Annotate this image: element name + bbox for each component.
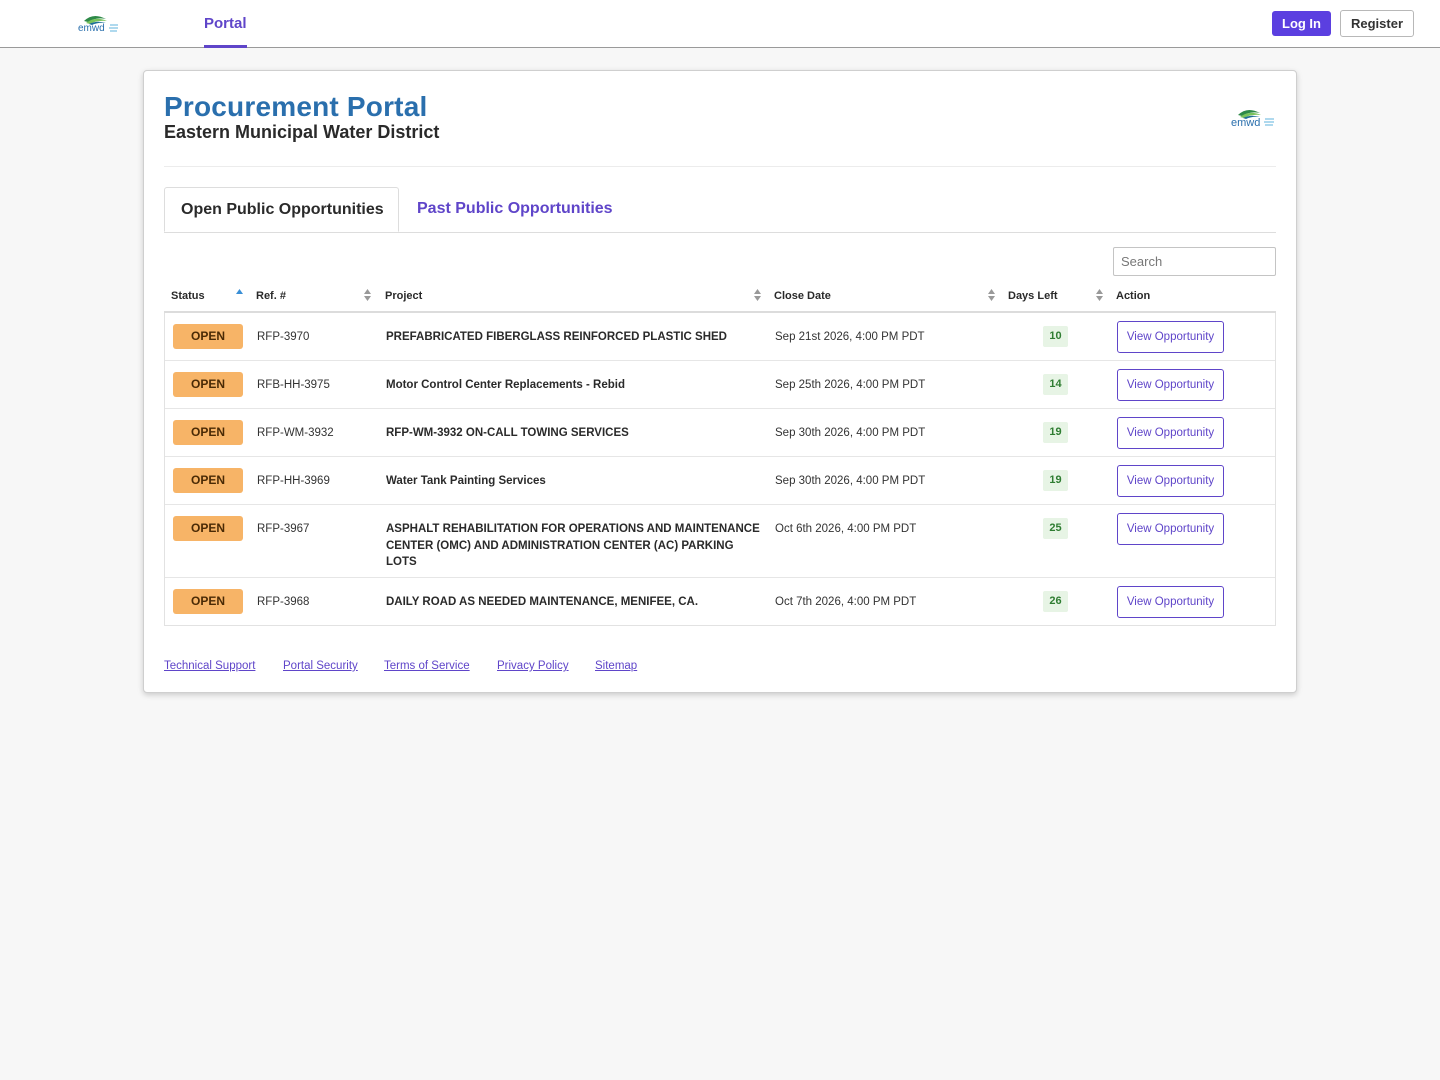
page-title: Procurement Portal	[164, 91, 428, 122]
ref-number: RFP-3970	[257, 331, 310, 343]
ref-number: RFB-HH-3975	[257, 379, 330, 391]
status-badge: OPEN	[173, 516, 243, 541]
sort-both-icon[interactable]	[987, 288, 996, 302]
top-navbar: emwd Portal Log In Register	[0, 0, 1440, 48]
column-header-days-left[interactable]: Days Left	[1008, 290, 1058, 302]
status-badge: OPEN	[173, 589, 243, 614]
opportunities-table: Status Ref. # Project Close Date Days Le…	[164, 281, 1276, 626]
status-badge: OPEN	[173, 324, 243, 349]
close-date: Sep 30th 2026, 4:00 PM PDT	[775, 475, 926, 487]
column-header-close-date[interactable]: Close Date	[774, 290, 831, 302]
table-row: OPEN RFP-3968 DAILY ROAD AS NEEDED MAINT…	[165, 578, 1275, 625]
project-name: RFP-WM-3932 ON-CALL TOWING SERVICES	[386, 427, 629, 439]
days-left-badge: 19	[1043, 470, 1068, 491]
status-badge: OPEN	[173, 372, 243, 397]
page-subtitle: Eastern Municipal Water District	[164, 122, 440, 142]
main-card: Procurement Portal Eastern Municipal Wat…	[143, 70, 1297, 693]
table-row: OPEN RFP-3967 ASPHALT REHABILITATION FOR…	[165, 505, 1275, 578]
table-row: OPEN RFP-HH-3969 Water Tank Painting Ser…	[165, 457, 1275, 505]
ref-number: RFP-3967	[257, 523, 310, 535]
days-left-badge: 14	[1043, 374, 1068, 395]
days-left-badge: 10	[1043, 326, 1068, 347]
ref-number: RFP-3968	[257, 596, 310, 608]
sort-ascending-icon[interactable]	[235, 288, 244, 302]
footer-link-portal-security[interactable]: Portal Security	[283, 660, 358, 672]
close-date: Sep 25th 2026, 4:00 PM PDT	[775, 379, 926, 391]
ref-number: RFP-HH-3969	[257, 475, 330, 487]
view-opportunity-button[interactable]: View Opportunity	[1117, 417, 1224, 449]
table-row: OPEN RFB-HH-3975 Motor Control Center Re…	[165, 361, 1275, 409]
table-header: Status Ref. # Project Close Date Days Le…	[164, 281, 1276, 313]
ref-number: RFP-WM-3932	[257, 427, 334, 439]
status-badge: OPEN	[173, 420, 243, 445]
emwd-logo: emwd	[1231, 109, 1274, 129]
project-name: ASPHALT REHABILITATION FOR OPERATIONS AN…	[386, 523, 760, 568]
project-name: PREFABRICATED FIBERGLASS REINFORCED PLAS…	[386, 331, 727, 343]
sort-both-icon[interactable]	[363, 288, 372, 302]
project-name: Motor Control Center Replacements - Rebi…	[386, 379, 625, 391]
days-left-badge: 26	[1043, 591, 1068, 612]
tab-open-public-opportunities[interactable]: Open Public Opportunities	[164, 187, 399, 232]
view-opportunity-button[interactable]: View Opportunity	[1117, 321, 1224, 353]
column-header-status[interactable]: Status	[171, 290, 205, 302]
view-opportunity-button[interactable]: View Opportunity	[1117, 513, 1224, 545]
days-left-badge: 25	[1043, 518, 1068, 539]
footer-link-terms-of-service[interactable]: Terms of Service	[384, 660, 470, 672]
table-row: OPEN RFP-WM-3932 RFP-WM-3932 ON-CALL TOW…	[165, 409, 1275, 457]
status-badge: OPEN	[173, 468, 243, 493]
footer-link-sitemap[interactable]: Sitemap	[595, 660, 637, 672]
project-name: DAILY ROAD AS NEEDED MAINTENANCE, MENIFE…	[386, 596, 699, 608]
footer-link-technical-support[interactable]: Technical Support	[164, 660, 255, 672]
header-divider	[164, 166, 1276, 167]
table-body: OPEN RFP-3970 PREFABRICATED FIBERGLASS R…	[164, 313, 1276, 626]
table-row: OPEN RFP-3970 PREFABRICATED FIBERGLASS R…	[165, 313, 1275, 361]
column-header-action: Action	[1116, 290, 1151, 302]
close-date: Sep 21st 2026, 4:00 PM PDT	[775, 331, 925, 343]
svg-text:emwd: emwd	[78, 23, 105, 34]
view-opportunity-button[interactable]: View Opportunity	[1117, 369, 1224, 401]
close-date: Sep 30th 2026, 4:00 PM PDT	[775, 427, 926, 439]
opportunity-tabs: Open Public Opportunities Past Public Op…	[164, 187, 1276, 233]
close-date: Oct 6th 2026, 4:00 PM PDT	[775, 523, 917, 535]
search-input[interactable]	[1113, 247, 1276, 276]
days-left-badge: 19	[1043, 422, 1068, 443]
column-header-project[interactable]: Project	[385, 290, 422, 302]
nav-portal-link[interactable]: Portal	[204, 0, 247, 48]
tab-past-public-opportunities[interactable]: Past Public Opportunities	[417, 187, 613, 232]
svg-text:emwd: emwd	[1231, 117, 1260, 129]
footer-link-privacy-policy[interactable]: Privacy Policy	[497, 660, 569, 672]
sort-both-icon[interactable]	[753, 288, 762, 302]
emwd-logo[interactable]: emwd	[77, 11, 121, 35]
register-button[interactable]: Register	[1340, 10, 1414, 37]
project-name: Water Tank Painting Services	[386, 475, 546, 487]
column-header-ref[interactable]: Ref. #	[256, 290, 286, 302]
log-in-button[interactable]: Log In	[1272, 11, 1331, 36]
view-opportunity-button[interactable]: View Opportunity	[1117, 586, 1224, 618]
close-date: Oct 7th 2026, 4:00 PM PDT	[775, 596, 917, 608]
view-opportunity-button[interactable]: View Opportunity	[1117, 465, 1224, 497]
sort-both-icon[interactable]	[1095, 288, 1104, 302]
